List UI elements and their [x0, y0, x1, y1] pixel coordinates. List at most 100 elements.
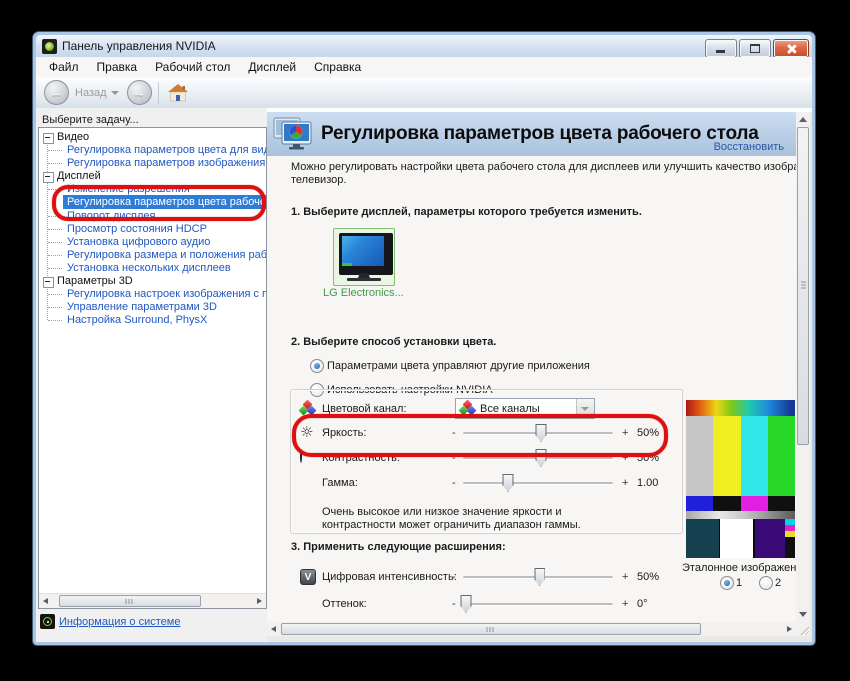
color-channel-icon [300, 401, 316, 416]
tree-item-digital-audio[interactable]: Установка цифрового аудио [39, 236, 266, 249]
hue-slider-thumb[interactable] [461, 595, 472, 613]
back-arrow-icon: ← [50, 85, 63, 100]
tree-item-image-settings-preview[interactable]: Регулировка настроек изображения с пр [39, 288, 266, 301]
gamma-plus: + [622, 477, 628, 489]
tree-item-manage-3d-settings[interactable]: Управление параметрами 3D [39, 301, 266, 314]
reference-image-radio-2-label[interactable]: 2 [775, 577, 781, 589]
contrast-minus: - [452, 452, 456, 464]
display-thumbnail[interactable] [333, 228, 395, 286]
task-sidebar: Выберите задачу... Видео Регулировка пар… [36, 108, 267, 642]
intro-text-line1: Можно регулировать настройки цвета рабоч… [291, 161, 796, 173]
menu-desktop[interactable]: Рабочий стол [146, 57, 239, 77]
horizontal-scrollbar-thumb[interactable] [281, 623, 701, 635]
digital-vibrance-minus: - [452, 571, 456, 583]
tree-horizontal-scrollbar[interactable] [39, 593, 266, 608]
reference-image-caption: Эталонное изображение [682, 562, 796, 574]
tree-item-surround-physx[interactable]: Настройка Surround, PhysX [39, 314, 266, 327]
tree-item-desktop-size-position[interactable]: Регулировка размера и положения рабоч [39, 249, 266, 262]
back-button[interactable]: ← [44, 80, 69, 105]
page-title: Регулировка параметров цвета рабочего ст… [321, 123, 759, 145]
brightness-value: 50% [637, 427, 659, 439]
tree-item-color-settings-video[interactable]: Регулировка параметров цвета для вид [39, 144, 266, 157]
scroll-right-icon[interactable] [257, 598, 262, 604]
brightness-label: Яркость: [322, 427, 366, 439]
horizontal-scrollbar[interactable] [267, 622, 796, 636]
screenshot-canvas: { "colors": { "annotation_red": "#e01010… [0, 0, 850, 681]
scroll-down-icon[interactable] [799, 612, 807, 617]
gamma-slider-thumb[interactable] [503, 474, 514, 492]
menu-bar: Файл Правка Рабочий стол Дисплей Справка [36, 57, 812, 78]
reference-image-radio-1-label[interactable]: 1 [736, 577, 742, 589]
title-bar[interactable]: Панель управления NVIDIA [36, 35, 812, 57]
maximize-icon [750, 44, 760, 53]
forward-button[interactable]: → [127, 80, 152, 105]
gamma-note-line1: Очень высокое или низкое значение яркост… [322, 506, 562, 518]
tree-item-image-settings-video[interactable]: Регулировка параметров изображения д [39, 157, 266, 170]
scroll-up-icon[interactable] [799, 117, 807, 122]
collapse-icon[interactable] [43, 172, 54, 183]
radio-other-applications-label[interactable]: Параметрами цвета управляют другие прило… [327, 360, 590, 372]
page-header: Регулировка параметров цвета рабочего ст… [267, 112, 796, 156]
scroll-right-icon[interactable] [787, 626, 792, 632]
minimize-button[interactable] [705, 39, 737, 58]
section3-heading: 3. Применить следующие расширения: [291, 541, 506, 553]
brightness-minus: - [452, 427, 456, 439]
digital-vibrance-label: Цифровая интенсивность: [322, 571, 457, 583]
brightness-slider-thumb[interactable] [536, 424, 547, 442]
contrast-plus: + [622, 452, 628, 464]
collapse-icon[interactable] [43, 277, 54, 288]
reference-image-radio-1[interactable] [720, 576, 734, 590]
page-content: Можно регулировать настройки цвета рабоч… [267, 156, 796, 622]
color-channel-dropdown[interactable]: Все каналы [455, 398, 595, 419]
menu-edit[interactable]: Правка [88, 57, 147, 77]
digital-vibrance-slider[interactable] [463, 576, 613, 579]
contrast-label: Контрастность: [322, 452, 400, 464]
tree-category-3d-settings[interactable]: Параметры 3D [39, 275, 266, 288]
brightness-slider[interactable] [463, 432, 613, 435]
all-channels-icon [460, 401, 476, 416]
tree-item-rotate-display[interactable]: Поворот дисплея [39, 210, 266, 223]
tree-category-display[interactable]: Дисплей [39, 170, 266, 183]
contrast-slider-thumb[interactable] [536, 449, 547, 467]
color-bars [686, 416, 795, 496]
scroll-left-icon[interactable] [271, 626, 276, 632]
back-label: Назад [75, 87, 107, 99]
hue-row: Оттенок: - + 0° [267, 594, 796, 614]
tree-scrollbar-thumb[interactable] [59, 595, 201, 607]
close-button[interactable] [773, 39, 809, 58]
system-info-link[interactable]: Информация о системе [59, 616, 180, 628]
menu-display[interactable]: Дисплей [239, 57, 305, 77]
tree-item-desktop-color-settings-selected[interactable]: Регулировка параметров цвета рабочег [63, 195, 266, 209]
small-color-bars [686, 496, 795, 511]
intro-text-line2: телевизор. [291, 174, 346, 186]
tree-item-hdcp-status[interactable]: Просмотр состояния HDCP [39, 223, 266, 236]
brightness-icon: ☼ [300, 425, 316, 441]
tree-item-multiple-displays[interactable]: Установка нескольких дисплеев [39, 262, 266, 275]
window-body: Выберите задачу... Видео Регулировка пар… [36, 108, 812, 642]
menu-file[interactable]: Файл [40, 57, 88, 77]
digital-vibrance-slider-thumb[interactable] [534, 568, 545, 586]
gamma-slider[interactable] [463, 482, 613, 485]
reference-image-radio-2[interactable] [759, 576, 773, 590]
contrast-value: 50% [637, 452, 659, 464]
collapse-icon[interactable] [43, 133, 54, 144]
vertical-scrollbar[interactable] [796, 112, 810, 622]
minimize-icon [716, 50, 725, 53]
resize-grip[interactable] [796, 622, 810, 636]
radio-other-applications[interactable] [310, 359, 324, 373]
maximize-button[interactable] [739, 39, 771, 58]
hue-slider[interactable] [463, 603, 613, 606]
toolbar: ← Назад → [36, 77, 812, 109]
hue-plus: + [622, 598, 628, 610]
vertical-scrollbar-thumb[interactable] [797, 127, 809, 445]
close-icon [786, 43, 797, 54]
contrast-icon [300, 449, 302, 463]
task-tree: Видео Регулировка параметров цвета для в… [38, 127, 267, 609]
menu-help[interactable]: Справка [305, 57, 370, 77]
restore-link[interactable]: Восстановить [714, 141, 784, 153]
home-icon[interactable] [167, 83, 189, 103]
tree-category-video[interactable]: Видео [39, 131, 266, 144]
back-history-dropdown-icon[interactable] [111, 91, 119, 95]
contrast-slider[interactable] [463, 457, 613, 460]
scroll-left-icon[interactable] [43, 598, 48, 604]
